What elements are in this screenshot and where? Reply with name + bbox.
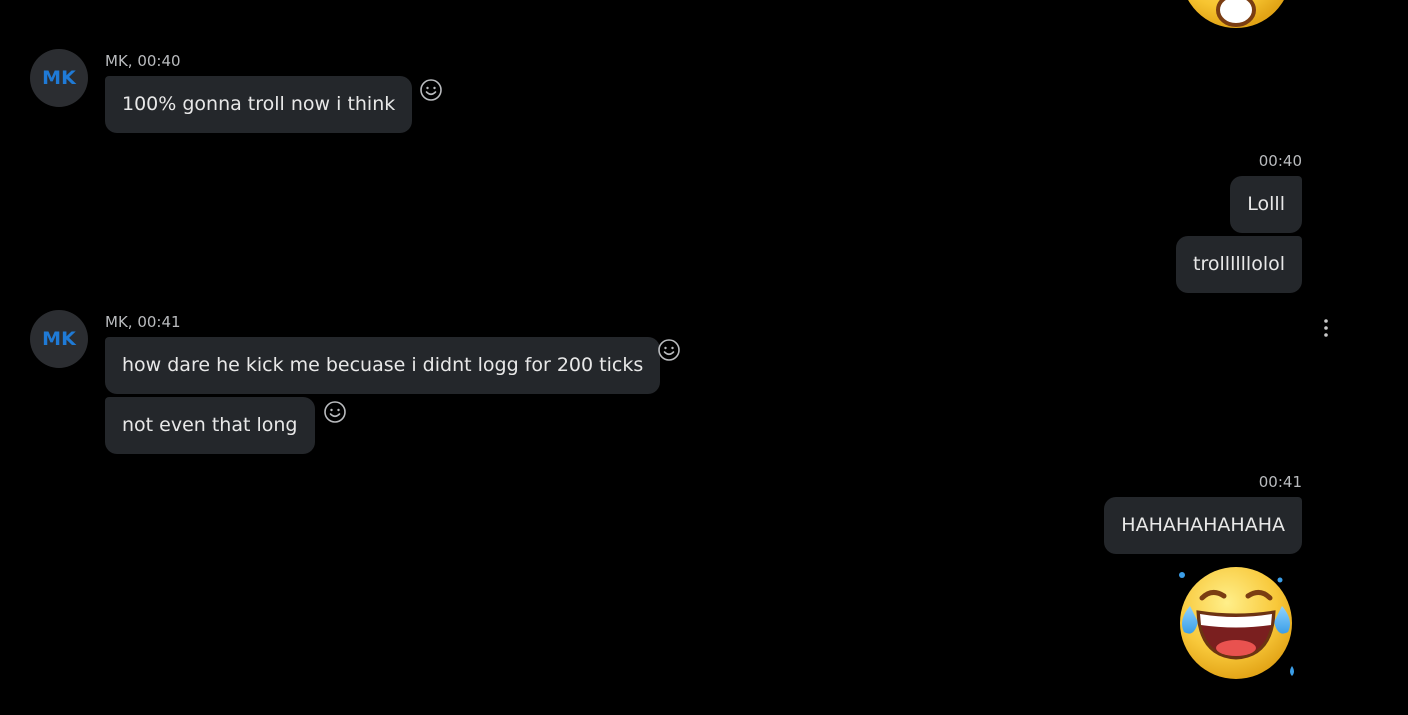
laughing-emoji-sticker[interactable]: [1178, 0, 1294, 31]
smiley-face-icon[interactable]: [657, 338, 681, 362]
chat-conversation: MK MK, 00:40 100% gonna troll now i thin…: [0, 0, 1408, 715]
smiley-face-icon[interactable]: [323, 400, 347, 424]
incoming-message-bubble[interactable]: 100% gonna troll now i think: [105, 76, 413, 133]
outgoing-message-bubble[interactable]: Lolll: [1230, 176, 1302, 233]
incoming-message-bubble[interactable]: not even that long: [105, 397, 315, 454]
incoming-message-bubble[interactable]: how dare he kick me becuase i didnt logg…: [105, 337, 661, 394]
vertical-ellipsis-icon[interactable]: [1322, 317, 1330, 339]
outgoing-message-bubble[interactable]: trollllllolol: [1176, 236, 1302, 293]
message-meta: MK, 00:41: [105, 313, 181, 331]
message-meta: 00:41: [1258, 473, 1302, 491]
avatar[interactable]: MK: [30, 49, 88, 107]
rolling-on-floor-laughing-emoji[interactable]: [1172, 562, 1300, 684]
avatar[interactable]: MK: [30, 310, 88, 368]
outgoing-message-bubble[interactable]: HAHAHAHAHAHA: [1104, 497, 1302, 554]
message-meta: 00:40: [1258, 152, 1302, 170]
message-meta: MK, 00:40: [105, 52, 181, 70]
smiley-face-icon[interactable]: [419, 78, 443, 102]
